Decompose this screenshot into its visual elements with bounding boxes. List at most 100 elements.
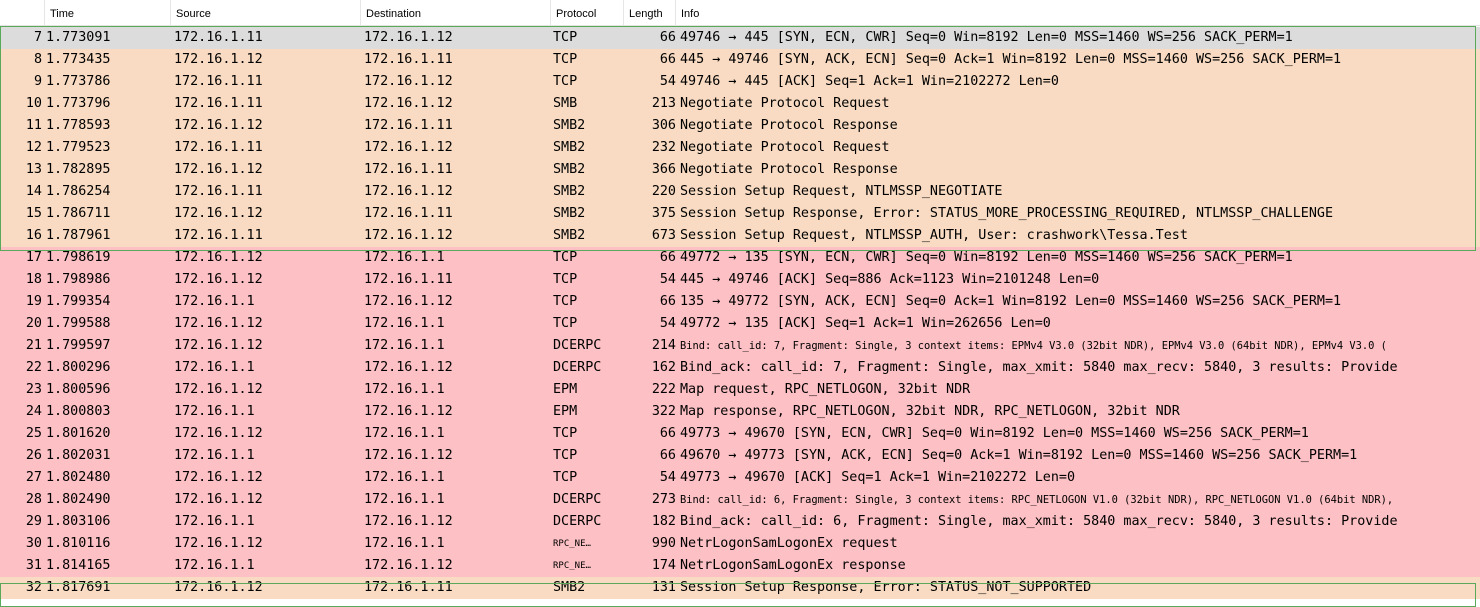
packet-row[interactable]: 22 1.800296 172.16.1.1 172.16.1.12 DCERPC 162… — [0, 357, 1480, 379]
packet-source: 172.16.1.1 — [174, 448, 255, 463]
packet-length: 375 — [651, 206, 676, 221]
packet-length: 66 — [659, 294, 676, 309]
packet-source: 172.16.1.12 — [174, 162, 263, 177]
packet-source: 172.16.1.12 — [174, 470, 263, 485]
packet-row[interactable]: 15 1.786711 172.16.1.12 172.16.1.11 SMB2 375 S… — [0, 203, 1480, 225]
packet-time: 1.817691 — [46, 580, 111, 595]
packet-row[interactable]: 11 1.778593 172.16.1.12 172.16.1.11 SMB2 306 N… — [0, 115, 1480, 137]
packet-source: 172.16.1.12 — [174, 250, 263, 265]
packet-destination: 172.16.1.1 — [364, 382, 445, 397]
packet-source: 172.16.1.11 — [174, 140, 263, 155]
packet-number: 22 — [25, 360, 42, 375]
packet-destination: 172.16.1.11 — [364, 206, 453, 221]
packet-row[interactable]: 16 1.787961 172.16.1.11 172.16.1.12 SMB2 673 S… — [0, 225, 1480, 247]
packet-row[interactable]: 28 1.802490 172.16.1.12 172.16.1.1 DCERPC 273… — [0, 489, 1480, 511]
packet-number: 19 — [25, 294, 42, 309]
packet-row[interactable]: 13 1.782895 172.16.1.12 172.16.1.11 SMB2 366 N… — [0, 159, 1480, 181]
column-header-time[interactable]: Time — [44, 0, 170, 26]
packet-protocol: TCP — [553, 448, 578, 463]
packet-source: 172.16.1.11 — [174, 74, 263, 89]
column-header-destination[interactable]: Destination — [360, 0, 550, 26]
packet-info: Negotiate Protocol Response — [680, 118, 898, 133]
packet-row[interactable]: 14 1.786254 172.16.1.11 172.16.1.12 SMB2 220 S… — [0, 181, 1480, 203]
packet-length: 182 — [651, 514, 676, 529]
packet-destination: 172.16.1.11 — [364, 162, 453, 177]
packet-number: 15 — [25, 206, 42, 221]
packet-number: 18 — [25, 272, 42, 287]
packet-rows: 7 1.773091 172.16.1.11 172.16.1.12 TCP 66 4974… — [0, 27, 1480, 599]
packet-source: 172.16.1.12 — [174, 338, 263, 353]
packet-source: 172.16.1.1 — [174, 360, 255, 375]
packet-number: 9 — [33, 74, 42, 89]
packet-source: 172.16.1.12 — [174, 118, 263, 133]
column-header-protocol[interactable]: Protocol — [550, 0, 623, 26]
column-header-info[interactable]: Info — [675, 0, 1480, 26]
packet-row[interactable]: 27 1.802480 172.16.1.12 172.16.1.1 TCP 54 4977… — [0, 467, 1480, 489]
packet-row[interactable]: 29 1.803106 172.16.1.1 172.16.1.12 DCERPC 182… — [0, 511, 1480, 533]
packet-info: NetrLogonSamLogonEx response — [680, 558, 906, 573]
packet-row[interactable]: 18 1.798986 172.16.1.12 172.16.1.11 TCP 54 445… — [0, 269, 1480, 291]
packet-destination: 172.16.1.1 — [364, 470, 445, 485]
packet-source: 172.16.1.12 — [174, 382, 263, 397]
packet-time: 1.786254 — [46, 184, 111, 199]
packet-info: Bind_ack: call_id: 6, Fragment: Single, … — [680, 514, 1398, 529]
packet-protocol: EPM — [553, 404, 578, 419]
packet-number: 32 — [25, 580, 42, 595]
packet-number: 31 — [25, 558, 42, 573]
packet-time: 1.786711 — [46, 206, 111, 221]
packet-number: 20 — [25, 316, 42, 331]
column-header-length[interactable]: Length — [623, 0, 675, 26]
packet-protocol: SMB2 — [553, 140, 586, 155]
packet-info: 49746 → 445 [ACK] Seq=1 Ack=1 Win=210227… — [680, 74, 1059, 89]
packet-row[interactable]: 31 1.814165 172.16.1.1 172.16.1.12 RPC_NE… 17… — [0, 555, 1480, 577]
packet-length: 54 — [659, 470, 676, 485]
packet-row[interactable]: 26 1.802031 172.16.1.1 172.16.1.12 TCP 66 4967… — [0, 445, 1480, 467]
packet-time: 1.802480 — [46, 470, 111, 485]
packet-length: 214 — [651, 338, 676, 353]
packet-row[interactable]: 10 1.773796 172.16.1.11 172.16.1.12 SMB 213 Ne… — [0, 93, 1480, 115]
packet-row[interactable]: 25 1.801620 172.16.1.12 172.16.1.1 TCP 66 4977… — [0, 423, 1480, 445]
packet-source: 172.16.1.1 — [174, 294, 255, 309]
packet-row[interactable]: 23 1.800596 172.16.1.12 172.16.1.1 EPM 222 Map… — [0, 379, 1480, 401]
packet-time: 1.773786 — [46, 74, 111, 89]
packet-row[interactable]: 20 1.799588 172.16.1.12 172.16.1.1 TCP 54 4977… — [0, 313, 1480, 335]
packet-time: 1.803106 — [46, 514, 111, 529]
column-header-source[interactable]: Source — [170, 0, 360, 26]
packet-length: 66 — [659, 30, 676, 45]
packet-info: Session Setup Request, NTLMSSP_AUTH, Use… — [680, 228, 1188, 243]
packet-row[interactable]: 19 1.799354 172.16.1.1 172.16.1.12 TCP 66 135 … — [0, 291, 1480, 313]
packet-info: Session Setup Request, NTLMSSP_NEGOTIATE — [680, 184, 1003, 199]
packet-length: 54 — [659, 316, 676, 331]
packet-destination: 172.16.1.12 — [364, 448, 453, 463]
packet-length: 131 — [651, 580, 676, 595]
packet-row[interactable]: 7 1.773091 172.16.1.11 172.16.1.12 TCP 66 4974… — [0, 27, 1480, 49]
packet-number: 16 — [25, 228, 42, 243]
packet-protocol: RPC_NE… — [553, 539, 591, 549]
packet-length: 322 — [651, 404, 676, 419]
packet-protocol: SMB2 — [553, 228, 586, 243]
packet-row[interactable]: 8 1.773435 172.16.1.12 172.16.1.11 TCP 66 445 … — [0, 49, 1480, 71]
packet-source: 172.16.1.11 — [174, 184, 263, 199]
packet-row[interactable]: 17 1.798619 172.16.1.12 172.16.1.1 TCP 66 4977… — [0, 247, 1480, 269]
packet-protocol: DCERPC — [553, 360, 602, 375]
packet-length: 232 — [651, 140, 676, 155]
packet-time: 1.782895 — [46, 162, 111, 177]
packet-length: 162 — [651, 360, 676, 375]
packet-length: 174 — [651, 558, 676, 573]
packet-row[interactable]: 9 1.773786 172.16.1.11 172.16.1.12 TCP 54 4974… — [0, 71, 1480, 93]
packet-protocol: TCP — [553, 426, 578, 441]
packet-info: Bind: call_id: 7, Fragment: Single, 3 co… — [680, 340, 1387, 352]
packet-row[interactable]: 12 1.779523 172.16.1.11 172.16.1.12 SMB2 232 N… — [0, 137, 1480, 159]
packet-row[interactable]: 30 1.810116 172.16.1.12 172.16.1.1 RPC_NE… 99… — [0, 533, 1480, 555]
packet-number: 30 — [25, 536, 42, 551]
packet-time: 1.798619 — [46, 250, 111, 265]
packet-protocol: DCERPC — [553, 338, 602, 353]
packet-row[interactable]: 21 1.799597 172.16.1.12 172.16.1.1 DCERPC 214… — [0, 335, 1480, 357]
column-header-no[interactable] — [0, 0, 44, 26]
packet-info: 135 → 49772 [SYN, ACK, ECN] Seq=0 Ack=1 … — [680, 294, 1342, 309]
packet-number: 11 — [25, 118, 42, 133]
packet-length: 66 — [659, 250, 676, 265]
packet-time: 1.801620 — [46, 426, 111, 441]
packet-row[interactable]: 32 1.817691 172.16.1.12 172.16.1.11 SMB2 131 S… — [0, 577, 1480, 599]
packet-row[interactable]: 24 1.800803 172.16.1.1 172.16.1.12 EPM 322 Map… — [0, 401, 1480, 423]
